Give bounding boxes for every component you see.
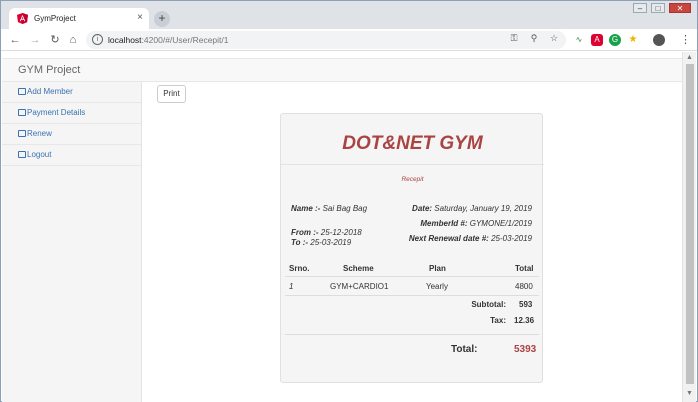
- edit-icon: [18, 130, 26, 137]
- angular-icon: [17, 13, 28, 24]
- reload-icon[interactable]: ↻: [47, 32, 63, 48]
- from-label: From :-: [291, 228, 319, 237]
- minimize-button[interactable]: –: [633, 3, 647, 13]
- sidebar: Add Member Payment Details Renew Logout: [2, 82, 142, 402]
- next-renewal-date: Next Renewal date #: 25-03-2019: [409, 234, 532, 243]
- subtotal-label: Subtotal:: [471, 300, 506, 309]
- maximize-button[interactable]: □: [651, 3, 665, 13]
- receipt-date: Date: Saturday, January 19, 2019: [412, 204, 532, 213]
- scroll-down-icon[interactable]: ▼: [686, 390, 693, 397]
- sidebar-item-logout[interactable]: Logout: [2, 145, 141, 166]
- angular-extension-icon[interactable]: A: [591, 34, 603, 46]
- extension-wave-icon[interactable]: ∿: [573, 34, 585, 46]
- sidebar-item-renew[interactable]: Renew: [2, 124, 141, 145]
- receipt-subtitle: Recepit: [401, 176, 424, 183]
- from-date: From :- 25-12-2018: [291, 228, 362, 237]
- browser-toolbar: ← → ↻ ⌂ i localhost:4200/#/User/Recepit/…: [1, 29, 697, 51]
- column-header-scheme: Scheme: [343, 264, 374, 273]
- edit-icon: [18, 88, 26, 95]
- scroll-up-icon[interactable]: ▲: [686, 54, 693, 61]
- sidebar-item-label: Add Member: [27, 87, 73, 96]
- divider: [281, 164, 544, 165]
- total-value: 5393: [514, 344, 537, 355]
- browser-window: GymProject × + – □ ✕ ← → ↻ ⌂ i localhost…: [0, 0, 698, 402]
- tab-close-icon[interactable]: ×: [137, 12, 143, 23]
- omnibox-icons: ⚿ ⚲ ☆: [508, 33, 560, 44]
- column-header-srno: Srno.: [289, 264, 310, 273]
- row-scheme: GYM+CARDIO1: [330, 282, 389, 291]
- tax-label: Tax:: [490, 316, 506, 325]
- renewal-label: Next Renewal date #:: [408, 234, 489, 243]
- divider: [285, 334, 539, 335]
- print-button[interactable]: Print: [157, 85, 186, 103]
- renewal-value: 25-03-2019: [491, 234, 532, 243]
- home-icon[interactable]: ⌂: [65, 32, 81, 48]
- divider: [285, 295, 539, 296]
- scroll-thumb[interactable]: [686, 64, 694, 384]
- sidebar-item-payment-details[interactable]: Payment Details: [2, 103, 141, 124]
- column-header-total: Total: [515, 264, 534, 273]
- key-icon[interactable]: ⚿: [508, 33, 520, 44]
- url-text: localhost:4200/#/User/Recepit/1: [108, 35, 229, 45]
- new-tab-button[interactable]: +: [154, 11, 170, 27]
- title-bar: GymProject × + – □ ✕: [1, 1, 697, 29]
- gym-title: DOT&NET GYM: [342, 133, 483, 154]
- column-header-plan: Plan: [429, 264, 446, 273]
- sidebar-item-add-member[interactable]: Add Member: [2, 82, 141, 103]
- extension-icons: ∿ A G ★: [573, 34, 665, 46]
- from-value: 25-12-2018: [320, 228, 362, 237]
- row-srno: 1: [289, 282, 294, 291]
- to-date: To :- 25-03-2019: [291, 238, 351, 247]
- profile-avatar-icon[interactable]: [653, 34, 665, 46]
- vertical-scrollbar[interactable]: ▲ ▼: [682, 52, 696, 402]
- divider: [285, 276, 539, 277]
- info-icon[interactable]: i: [92, 34, 103, 45]
- memberid-value: GYMONE/1/2019: [469, 219, 532, 228]
- sidebar-item-label: Renew: [27, 129, 52, 138]
- sidebar-item-label: Payment Details: [27, 108, 86, 117]
- forward-icon[interactable]: →: [27, 32, 43, 48]
- app-header: GYM Project: [2, 58, 683, 82]
- to-label: To :-: [291, 238, 309, 247]
- subtotal-value: 593: [519, 300, 533, 309]
- edit-icon: [18, 151, 26, 158]
- grammarly-icon[interactable]: G: [609, 34, 621, 46]
- page-content: GYM Project Add Member Payment Details R…: [2, 52, 683, 402]
- star-extension-icon[interactable]: ★: [627, 34, 639, 46]
- close-window-button[interactable]: ✕: [669, 3, 691, 13]
- star-icon[interactable]: ☆: [548, 33, 560, 44]
- name-label: Name :-: [291, 204, 321, 213]
- back-icon[interactable]: ←: [7, 32, 23, 48]
- member-name: Name :- Sai Bag Bag: [291, 204, 367, 213]
- row-plan: Yearly: [426, 282, 448, 291]
- menu-icon[interactable]: ⋮: [680, 33, 691, 46]
- tab-title: GymProject: [34, 14, 76, 23]
- sidebar-item-label: Logout: [27, 150, 52, 159]
- member-id: MemberId #: GYMONE/1/2019: [420, 219, 532, 228]
- brand[interactable]: GYM Project: [18, 64, 80, 76]
- row-total: 4800: [515, 282, 533, 291]
- window-controls: – □ ✕: [633, 3, 691, 13]
- date-value: Saturday, January 19, 2019: [434, 204, 532, 213]
- zoom-icon[interactable]: ⚲: [528, 33, 540, 44]
- total-label: Total:: [451, 344, 478, 355]
- to-value: 25-03-2019: [310, 238, 352, 247]
- receipt-panel: DOT&NET GYM Recepit Name :- Sai Bag Bag …: [280, 113, 544, 383]
- edit-icon: [18, 109, 26, 116]
- url-host: localhost: [108, 35, 142, 45]
- memberid-label: MemberId #:: [420, 219, 468, 228]
- tax-value: 12.36: [514, 316, 535, 325]
- date-label: Date:: [412, 204, 433, 213]
- address-bar[interactable]: i localhost:4200/#/User/Recepit/1 ⚿ ⚲ ☆: [86, 31, 566, 49]
- browser-tab[interactable]: GymProject ×: [9, 8, 149, 29]
- url-path: :4200/#/User/Recepit/1: [141, 35, 229, 45]
- name-value: Sai Bag Bag: [322, 204, 368, 213]
